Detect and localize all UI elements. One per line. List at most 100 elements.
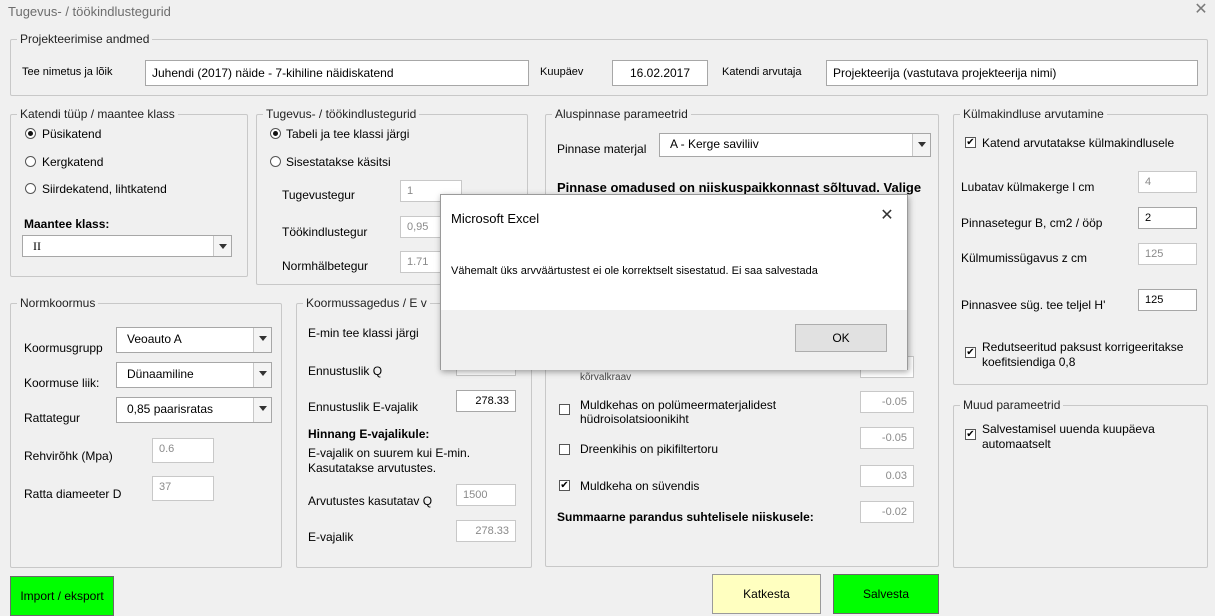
save-date-label: Salvestamisel uuenda kuupäeva [982,422,1155,436]
forecast-e-field[interactable]: 278.33 [456,390,516,412]
close-icon[interactable]: ✕ [1192,1,1210,19]
groundwater-label: Pinnasvee süg. tee teljel H' [961,298,1106,312]
groundwater-field[interactable]: 125 [1138,289,1197,311]
soil-factor-field[interactable]: 2 [1138,207,1197,229]
wheel-factor-label: Rattategur [24,411,81,425]
chevron-down-icon[interactable] [253,328,271,352]
cancel-button[interactable]: Katkesta [712,574,821,614]
load-type-select[interactable]: Dünaamiline [116,362,272,388]
frost-legend: Külmakindluse arvutamine [963,107,1104,121]
radio-manual-label: Sisestatakse käsitsi [286,155,391,169]
designer-field[interactable]: Projekteerija (vastutava projekteerija n… [826,60,1198,86]
material-label: Pinnase materjal [557,142,647,156]
load-group-select[interactable]: Veoauto A [116,327,272,353]
date-label: Kuupäev [540,66,584,78]
wheel-factor-value: 0,85 paarisratas [127,402,214,416]
chevron-down-icon[interactable] [213,236,231,256]
road-class-label: Maantee klass: [24,217,110,231]
road-field[interactable]: Juhendi (2017) näide - 7-kihiline näidis… [145,60,529,86]
frost-calc-label: Katend arvutatakse külmakindlusele [982,136,1175,150]
factors-legend: Tugevus- / töökindlustegurid [266,107,417,121]
road-label: Tee nimetus ja lõik [22,66,113,78]
e-required-field[interactable]: 278.33 [456,520,516,542]
radio-transition-label: Siirdekatend, lihtkatend [42,182,167,196]
radio-light[interactable] [25,156,36,167]
road-class-value: II [33,239,41,253]
drain-field[interactable]: -0.05 [860,427,914,449]
load-group-label: Koormusgrupp [24,341,103,355]
e-required-label: E-vajalik [308,530,354,544]
forecast-q-label: Ennustuslik Q [308,364,383,378]
forecast-e-label: Ennustuslik E-vajalik [308,400,419,414]
reduce-checkbox[interactable]: ✔ [965,347,976,358]
polymer-field[interactable]: -0.05 [860,391,914,413]
emin-label: E-min tee klassi järgi [308,326,419,340]
dialog-message: Vähemalt üks arvväärtustest ei ole korre… [451,265,818,277]
material-value: A - Kerge saviliiv [670,137,759,151]
pavement-legend: Katendi tüüp / maantee klass [20,107,175,121]
close-icon[interactable]: ✕ [877,205,897,225]
window-title: Tugevus- / töökindlustegurid [8,4,171,19]
frost-calc-checkbox[interactable]: ✔ [965,137,976,148]
project-legend: Projekteerimise andmed [20,32,150,46]
chevron-down-icon[interactable] [253,398,271,422]
tyre-pressure-field[interactable]: 0.6 [152,438,214,463]
chevron-down-icon[interactable] [912,134,930,156]
traffic-legend: Koormussagedus / E v [306,296,427,310]
tyre-pressure-label: Rehvirõhk (Mpa) [24,449,113,463]
heave-label: Lubatav külmakerge l cm [961,180,1095,194]
radio-table[interactable] [270,128,281,139]
wheel-diameter-field[interactable]: 37 [152,476,214,501]
assessment-title: Hinnang E-vajalikule: [308,427,430,441]
dialog-title: Microsoft Excel [451,211,540,226]
heave-field[interactable]: 4 [1138,171,1197,193]
save-button[interactable]: Salvesta [833,574,939,614]
road-class-select[interactable]: II [22,235,232,257]
radio-light-label: Kergkatend [42,155,104,169]
load-type-value: Dünaamiline [127,367,194,381]
error-dialog: Microsoft Excel ✕ Vähemalt üks arvväärtu… [440,194,908,370]
polymer-checkbox[interactable] [559,404,570,415]
chevron-down-icon[interactable] [253,363,271,387]
dialog-footer: OK [441,310,907,370]
wheel-diameter-label: Ratta diameeter D [24,487,122,501]
reduce-label-2: koefitsiendiga 0,8 [982,355,1076,369]
wheel-factor-select[interactable]: 0,85 paarisratas [116,397,272,423]
cut-field[interactable]: 0.03 [860,465,914,487]
frost-depth-label: Külmumissügavus z cm [961,251,1088,265]
material-select[interactable]: A - Kerge saviliiv [659,133,931,157]
reliability-label: Töökindlustegur [282,225,368,239]
save-date-checkbox[interactable]: ✔ [965,429,976,440]
load-legend: Normkoormus [20,296,96,310]
date-field[interactable]: 16.02.2017 [612,60,708,86]
radio-manual[interactable] [270,156,281,167]
save-date-label-2: automaatselt [982,437,1051,451]
strength-label: Tugevustegur [282,188,355,202]
polymer-label: Muldkehas on polümeermaterjalidest [580,398,777,412]
designer-label: Katendi arvutaja [722,66,802,78]
reduce-label: Redutseeritud paksust korrigeeritakse [982,340,1184,354]
subgrade-legend: Aluspinnase parameetrid [555,107,688,121]
radio-permanent-label: Püsikatend [42,127,102,141]
calc-q-field[interactable]: 1500 [456,484,516,506]
ok-button[interactable]: OK [795,324,887,352]
total-correction-field[interactable]: -0.02 [860,501,914,523]
import-export-button[interactable]: Import / eksport [10,576,114,616]
radio-table-label: Tabeli ja tee klassi järgi [286,127,410,141]
frost-depth-field[interactable]: 125 [1138,243,1197,265]
side-ditch-label: kõrvalkraav [580,372,632,383]
load-type-label: Koormuse liik: [24,376,100,390]
radio-transition[interactable] [25,183,36,194]
load-group-value: Veoauto A [127,332,182,346]
total-correction-label: Summaarne parandus suhtelisele niiskusel… [557,510,814,524]
other-legend: Muud parameetrid [963,398,1061,412]
drain-checkbox[interactable] [559,444,570,455]
drain-label: Dreenkihis on pikifiltertoru [580,442,719,456]
soil-factor-label: Pinnasetegur B, cm2 / ööp [961,216,1103,230]
assessment-line-1: E-vajalik on suurem kui E-min. [308,446,471,460]
cut-checkbox[interactable]: ✔ [559,480,570,491]
radio-permanent[interactable] [25,128,36,139]
calc-q-label: Arvutustes kasutatav Q [308,494,433,508]
deviation-label: Normhälbetegur [282,259,369,273]
cut-label: Muldkeha on süvendis [580,479,700,493]
